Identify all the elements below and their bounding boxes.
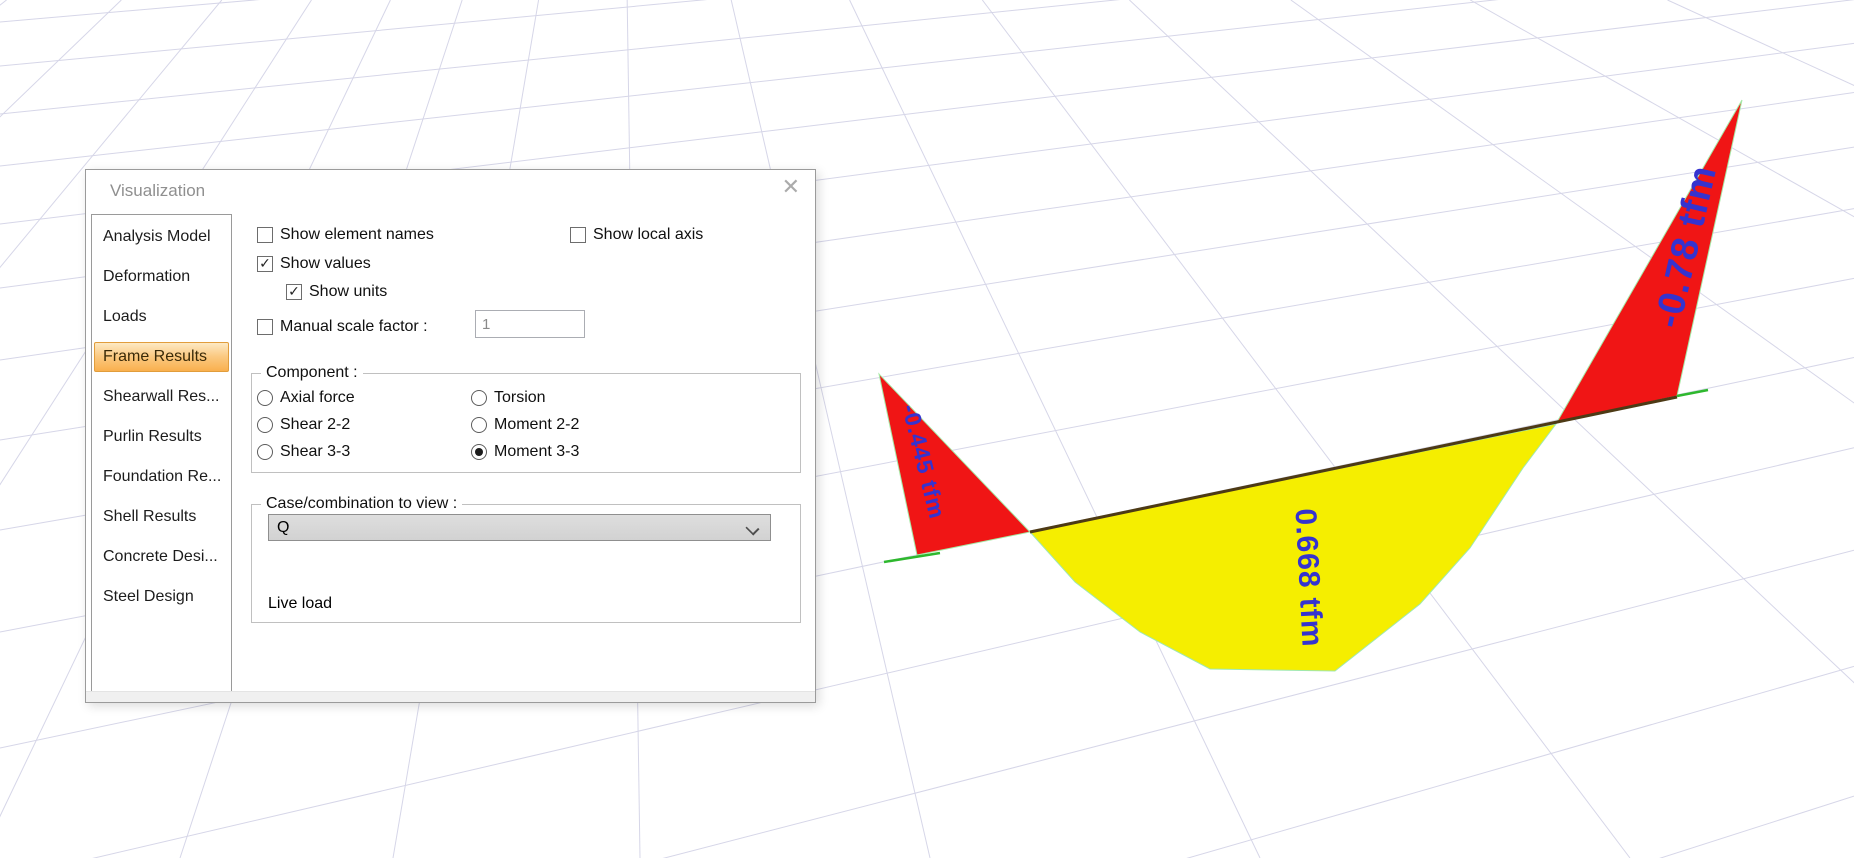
moment-region-negative-left <box>879 374 1030 555</box>
tab-list: Analysis Model Deformation Loads Frame R… <box>91 214 232 692</box>
case-description: Live load <box>268 595 332 613</box>
show-local-axis-label: Show local axis <box>593 226 703 244</box>
chevron-down-icon <box>745 521 759 535</box>
scale-factor-input[interactable] <box>475 310 585 338</box>
show-units-row: ✓ Show units <box>286 283 387 301</box>
torsion-radio[interactable] <box>471 390 487 406</box>
tab-shell-results[interactable]: Shell Results <box>92 497 231 537</box>
shear-3-3-row: Shear 3-3 <box>257 443 350 461</box>
show-local-axis-row: ✓ Show local axis <box>570 226 703 244</box>
tab-analysis-model[interactable]: Analysis Model <box>92 217 231 257</box>
dialog-bottom-strip <box>86 691 815 702</box>
check-icon: ✓ <box>259 255 271 272</box>
tab-frame-results[interactable]: Frame Results <box>94 342 229 372</box>
show-values-checkbox[interactable]: ✓ <box>257 256 273 272</box>
moment-2-2-label: Moment 2-2 <box>494 416 579 434</box>
visualization-dialog: Visualization ✕ Analysis Model Deformati… <box>85 169 816 703</box>
component-group: Component : Axial force Shear 2-2 Shear … <box>251 373 801 473</box>
show-values-row: ✓ Show values <box>257 255 371 273</box>
app-canvas: -0.445 tfm 0.668 tfm -0.78 tfm Visualiza… <box>0 0 1854 858</box>
moment-3-3-radio[interactable] <box>471 444 487 460</box>
support-tick-left <box>884 553 940 562</box>
tab-steel-design[interactable]: Steel Design <box>92 577 231 617</box>
dialog-title: Visualization <box>110 181 205 201</box>
case-combination-label: Case/combination to view : <box>261 495 462 513</box>
case-combination-group: Case/combination to view : Q Live load <box>251 504 801 623</box>
show-values-label: Show values <box>280 255 371 273</box>
check-icon: ✓ <box>288 283 300 300</box>
case-dropdown[interactable]: Q <box>268 514 771 541</box>
show-element-names-label: Show element names <box>280 226 434 244</box>
case-dropdown-value: Q <box>277 519 289 537</box>
moment-region-negative-right <box>1557 100 1742 422</box>
support-tick-right <box>1677 390 1708 396</box>
show-units-label: Show units <box>309 283 387 301</box>
shear-3-3-radio[interactable] <box>257 444 273 460</box>
tab-foundation-results[interactable]: Foundation Re... <box>92 457 231 497</box>
axial-force-radio[interactable] <box>257 390 273 406</box>
close-icon[interactable]: ✕ <box>782 176 800 198</box>
shear-2-2-label: Shear 2-2 <box>280 416 350 434</box>
component-group-label: Component : <box>261 364 363 382</box>
torsion-row: Torsion <box>471 389 546 407</box>
axial-force-label: Axial force <box>280 389 355 407</box>
moment-3-3-row: Moment 3-3 <box>471 443 579 461</box>
manual-scale-factor-label: Manual scale factor : <box>280 318 428 336</box>
tab-shearwall-results[interactable]: Shearwall Res... <box>92 377 231 417</box>
axial-force-row: Axial force <box>257 389 355 407</box>
shear-2-2-row: Shear 2-2 <box>257 416 350 434</box>
tab-concrete-design[interactable]: Concrete Desi... <box>92 537 231 577</box>
moment-3-3-label: Moment 3-3 <box>494 443 579 461</box>
moment-2-2-row: Moment 2-2 <box>471 416 579 434</box>
manual-scale-factor-checkbox[interactable]: ✓ <box>257 319 273 335</box>
tab-deformation[interactable]: Deformation <box>92 257 231 297</box>
shear-3-3-label: Shear 3-3 <box>280 443 350 461</box>
show-local-axis-checkbox[interactable]: ✓ <box>570 227 586 243</box>
tab-purlin-results[interactable]: Purlin Results <box>92 417 231 457</box>
show-element-names-checkbox[interactable]: ✓ <box>257 227 273 243</box>
show-element-names-row: ✓ Show element names <box>257 226 434 244</box>
moment-2-2-radio[interactable] <box>471 417 487 433</box>
tab-loads[interactable]: Loads <box>92 297 231 337</box>
torsion-label: Torsion <box>494 389 546 407</box>
manual-scale-factor-row: ✓ Manual scale factor : <box>257 318 428 336</box>
show-units-checkbox[interactable]: ✓ <box>286 284 302 300</box>
shear-2-2-radio[interactable] <box>257 417 273 433</box>
